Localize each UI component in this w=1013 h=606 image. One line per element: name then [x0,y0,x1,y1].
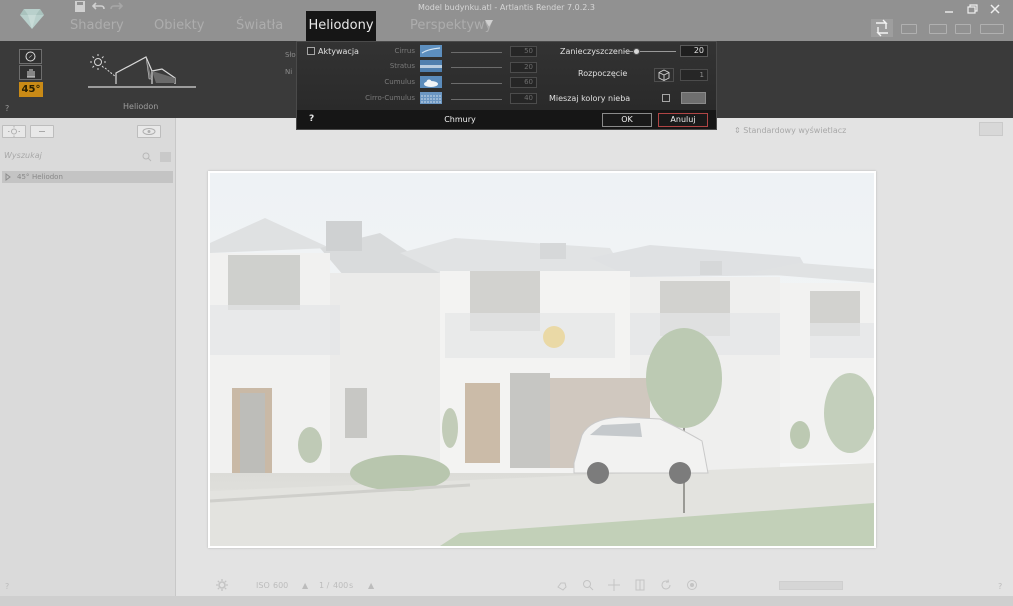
iso-stepper-icon[interactable]: ▲ [302,581,308,590]
minimize-icon[interactable] [942,2,956,16]
cirro-cumulus-thumbnail-icon [420,92,442,104]
cumulus-value-field[interactable]: 60 [510,77,537,88]
occlusion-label: Zanieczyszczenie [560,47,631,56]
hand-mode-button[interactable] [19,65,42,80]
search-icon[interactable] [142,152,152,162]
render-preview-image [210,173,874,546]
stratus-slider[interactable] [451,67,502,68]
occlusion-value-field[interactable]: 20 [680,45,708,57]
zoom-icon[interactable] [582,579,594,591]
move-icon[interactable] [608,579,620,591]
tab-perspektywy[interactable]: Perspektywy [410,18,492,33]
cloud-name-cirrus: Cirrus [394,47,415,55]
clouds-dialog: Aktywacja Cirrus 50 Stratus 20 Cumulus 6… [296,41,717,130]
mix-color-swatch[interactable] [681,92,706,104]
status-bar [0,596,1013,606]
tree-item-angle: 45° [17,173,30,181]
dialog-title: Chmury [444,115,476,124]
occlusion-slider-track[interactable] [624,51,676,52]
stratus-thumbnail-icon [420,60,442,72]
visibility-button[interactable] [137,125,161,138]
cirrus-thumbnail-icon [420,45,442,57]
settings-icon[interactable] [216,579,228,591]
side-label-sun: Sło [285,51,296,59]
expand-arrow-icon[interactable] [5,173,11,181]
cumulus-slider[interactable] [451,83,502,84]
tree-item-label: Heliodon [32,173,63,181]
start-value-field[interactable]: 1 [680,69,708,81]
remove-heliodon-button[interactable] [30,125,54,138]
toolbar-button[interactable] [901,24,917,34]
zoom-slider[interactable] [779,581,843,590]
target-icon[interactable] [686,579,698,591]
shutter-prefix: 1 / [319,581,330,590]
toolbar-button[interactable] [955,24,971,34]
cloud-name-stratus: Stratus [389,62,415,70]
help-icon[interactable]: ? [5,582,9,591]
tab-heliodony[interactable]: Heliodony [306,11,376,41]
occlusion-slider-handle[interactable] [633,48,640,55]
add-heliodon-button[interactable] [2,125,26,138]
tab-swiatla[interactable]: Światła [236,18,283,33]
shutter-stepper-icon[interactable]: ▲ [368,581,374,590]
compass-icon [25,51,36,62]
cancel-button[interactable]: Anuluj [658,113,708,127]
iso-label: ISO [256,581,270,590]
cloud-name-cirro-cumulus: Cirro-Cumulus [365,94,415,102]
render-preview-frame[interactable] [208,171,876,548]
toolbar-button[interactable] [929,24,947,34]
orbit-icon[interactable] [634,579,646,591]
toolbar-button[interactable] [980,24,1004,34]
hand-icon [27,69,35,78]
cloud-name-cumulus: Cumulus [384,78,415,86]
sort-arrows-icon: ⇕ [734,126,741,135]
mix-sky-colors-checkbox[interactable] [662,94,670,102]
display-mode-label: Standardowy wyświetlacz [743,126,847,135]
refresh-icon[interactable] [660,579,672,591]
left-panel: Wyszukaj 45° Heliodon ? [0,118,176,596]
tree-item-heliodon[interactable]: 45° Heliodon [2,171,173,183]
angle-badge[interactable]: 45° [19,82,43,97]
cirrus-slider[interactable] [451,52,502,53]
mix-sky-colors-label: Mieszaj kolory nieba [549,94,631,103]
cirro-cumulus-slider[interactable] [451,99,502,100]
close-icon[interactable] [988,2,1002,16]
restore-icon[interactable] [965,2,979,16]
display-mode-selector[interactable]: ⇕ Standardowy wyświetlacz [734,126,846,135]
compass-mode-button[interactable] [19,49,42,64]
window-title: Model budynku.atl - Artlantis Render 7.0… [417,3,595,12]
shutter-value[interactable]: 400 [333,581,348,590]
preview-options-button[interactable] [979,122,1003,136]
cumulus-thumbnail-icon [420,76,442,88]
menu-bar: Model budynku.atl - Artlantis Render 7.0… [0,0,1013,41]
swap-view-icon[interactable] [871,19,893,37]
search-input[interactable]: Wyszukaj [4,151,42,160]
randomize-button[interactable] [654,68,674,82]
bottom-toolbar: ISO 600 ▲ 1 / 400 s ▲ [176,576,1013,596]
ok-button[interactable]: OK [602,113,652,127]
iso-value[interactable]: 600 [273,581,288,590]
cirro-cumulus-value-field[interactable]: 40 [510,93,537,104]
help-icon[interactable]: ? [5,104,9,113]
shutter-unit: s [349,581,354,590]
clear-search-button[interactable] [160,152,171,162]
stratus-value-field[interactable]: 20 [510,62,537,73]
sun-icon [8,126,20,137]
eye-icon [142,128,156,135]
cube-icon [658,69,670,82]
tab-shadery[interactable]: Shadery [70,18,124,33]
side-label-n: Ni [285,68,293,76]
minus-icon [39,131,45,132]
dialog-body: Aktywacja Cirrus 50 Stratus 20 Cumulus 6… [297,42,716,110]
tab-obiekty[interactable]: Obiekty [154,18,204,33]
heliodon-label: Heliodon [123,102,159,111]
cirrus-value-field[interactable]: 50 [510,46,537,57]
help-icon[interactable]: ? [998,582,1002,591]
heliodon-house-icon [88,54,196,88]
start-label: Rozpoczęcie [578,69,628,78]
pan-hand-icon[interactable] [556,579,568,591]
chevron-down-icon[interactable] [485,20,493,27]
